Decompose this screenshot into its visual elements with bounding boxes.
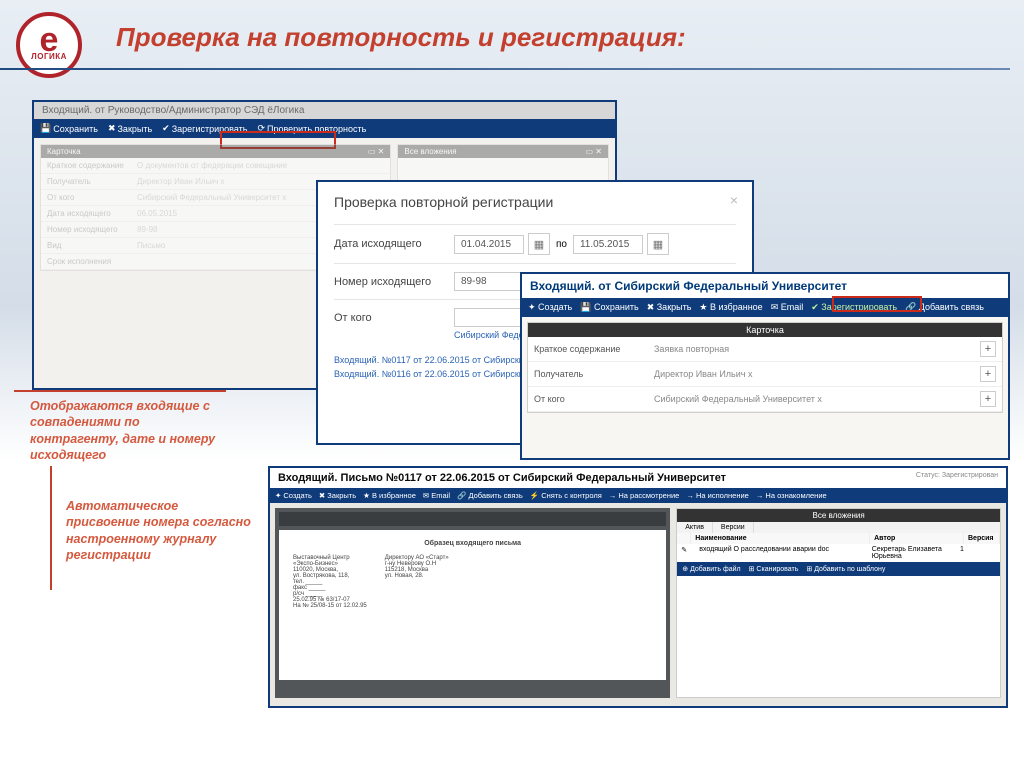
close-icon[interactable]: × [730, 192, 738, 208]
save-button[interactable]: 💾 Сохранить [40, 123, 98, 134]
email-button[interactable]: ✉ Email [771, 302, 804, 313]
callout-1: Отображаются входящие с совпадениями по … [30, 398, 230, 463]
attachment-row[interactable]: ✎ входящий О расследовании аварии doc Се… [677, 544, 1000, 562]
add-link-button[interactable]: 🔗 Добавить связь [457, 491, 523, 500]
expand-icon[interactable]: + [980, 391, 996, 407]
number-input[interactable] [454, 272, 524, 291]
calendar-icon[interactable]: ▦ [647, 233, 669, 255]
favorite-button[interactable]: ★ В избранное [699, 302, 762, 313]
close-button[interactable]: ✖ Закрыть [647, 302, 692, 313]
window-registered-letter: Входящий. Письмо №0117 от 22.06.2015 от … [268, 466, 1008, 708]
expand-icon[interactable]: + [980, 341, 996, 357]
attachment-actions: ⊕ Добавить файл ⊞ Сканировать ⊞ Добавить… [677, 562, 1000, 576]
callout-line [14, 390, 226, 392]
create-button[interactable]: ✦ Создать [275, 491, 312, 500]
favorite-button[interactable]: ★ В избранное [363, 491, 416, 500]
for-review-button[interactable]: → На рассмотрение [609, 491, 680, 500]
save-button[interactable]: 💾 Сохранить [580, 302, 638, 313]
row-date: Дата исходящего ▦ по ▦ [334, 224, 736, 263]
toolbar: ✦ Создать ✖ Закрыть ★ В избранное ✉ Emai… [270, 488, 1006, 503]
scan-button[interactable]: ⊞ Сканировать [749, 565, 799, 573]
close-button[interactable]: ✖ Закрыть [108, 123, 152, 134]
for-approval-button[interactable]: → На ознакомление [756, 491, 827, 500]
close-button[interactable]: ✖ Закрыть [319, 491, 356, 500]
attachments-panel: Все вложения Актив Версии Наименование А… [676, 508, 1001, 698]
add-template-button[interactable]: ⊞ Добавить по шаблону [806, 565, 885, 573]
logo-label: ЛОГИКА [31, 52, 67, 61]
attachments-tabs: Актив Версии [677, 522, 1000, 533]
card-panel: Карточка Краткое содержаниеЗаявка повтор… [527, 322, 1003, 413]
status-label: Статус: Зарегистрирован [916, 472, 998, 484]
doc-sender: Выставочный Центр «Экспо-Бизнес» 110020,… [293, 555, 367, 609]
dialog-title: Проверка повторной регистрации [334, 194, 736, 210]
highlight-register [832, 296, 922, 312]
window-title: Входящий. от Руководство/Администратор С… [34, 102, 615, 119]
page-title: Проверка на повторность и регистрация: [116, 22, 686, 53]
callout-line [50, 466, 52, 590]
callout-2: Автоматическое присвоение номера согласн… [66, 498, 252, 563]
doc-title: Образец входящего письма [293, 540, 652, 547]
attachments-header: Наименование Автор Версия [677, 533, 1000, 544]
tab-active[interactable]: Актив [677, 522, 713, 533]
create-button[interactable]: ✦ Создать [528, 302, 572, 313]
header-rule [0, 68, 1010, 70]
remove-control-button[interactable]: ⚡ Снять с контроля [530, 491, 602, 500]
window-incoming-sfu: Входящий. от Сибирский Федеральный Униве… [520, 272, 1010, 460]
pdf-toolbar[interactable] [279, 512, 666, 526]
calendar-icon[interactable]: ▦ [528, 233, 550, 255]
card-panel-title: Карточка▭ ✕ [41, 145, 390, 158]
add-file-button[interactable]: ⊕ Добавить файл [682, 565, 740, 573]
tab-versions[interactable]: Версии [713, 522, 754, 533]
attachments-title: Все вложения▭ ✕ [398, 145, 608, 158]
card-title: Карточка [528, 323, 1002, 337]
window-title: Входящий. от Сибирский Федеральный Униве… [522, 274, 1008, 298]
doc-recipient: Директору АО «Старт» г-ну Неверову О.Н 1… [385, 555, 449, 609]
pdf-preview: Образец входящего письма Выставочный Цен… [275, 508, 670, 698]
date-from-input[interactable] [454, 235, 524, 254]
attachments-title: Все вложения [677, 509, 1000, 522]
for-execution-button[interactable]: → На исполнение [686, 491, 748, 500]
toolbar: ✦ Создать 💾 Сохранить ✖ Закрыть ★ В избр… [522, 298, 1008, 317]
pdf-page: Образец входящего письма Выставочный Цен… [279, 530, 666, 680]
date-to-input[interactable] [573, 235, 643, 254]
expand-icon[interactable]: + [980, 366, 996, 382]
logo-glyph: е [40, 29, 59, 53]
email-button[interactable]: ✉ Email [423, 491, 450, 500]
window-title: Входящий. Письмо №0117 от 22.06.2015 от … [270, 468, 1006, 488]
